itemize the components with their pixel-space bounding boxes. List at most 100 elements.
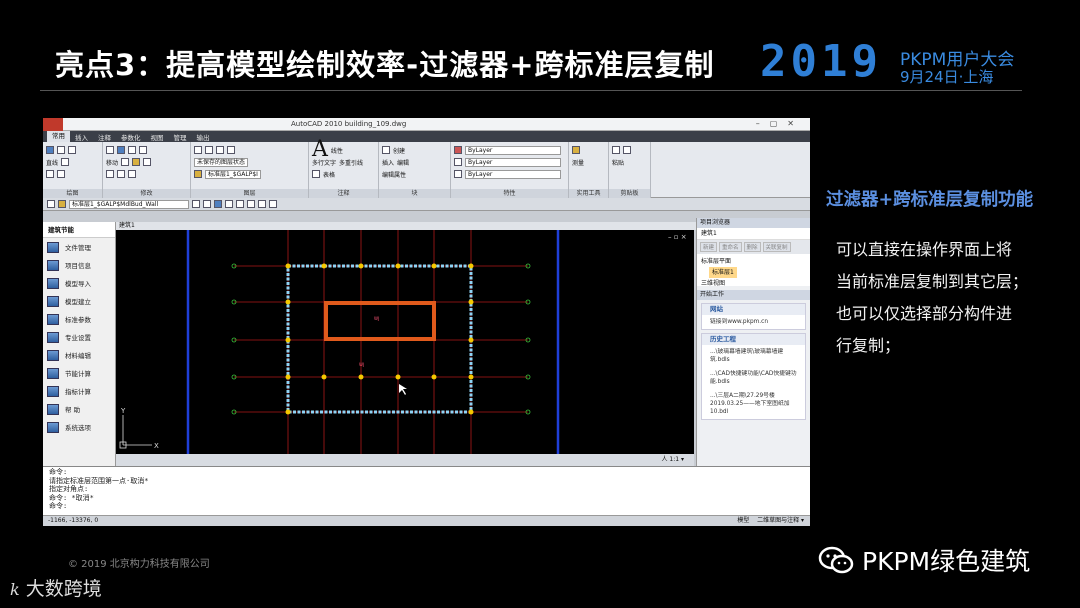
move-button[interactable]: 移动 [106,158,118,167]
model-space-button[interactable]: 模型 [737,517,749,524]
table-button[interactable]: 表格 [323,170,335,179]
workspace-switcher[interactable]: 二维草图与注释 ▾ [757,517,804,524]
command-prompt[interactable]: 命令: [49,502,804,511]
event-logo-date: 9月24日·上海 [900,68,994,86]
pkpm-tool-icon[interactable] [247,200,255,208]
line-icon[interactable] [46,146,54,154]
nav-item-index-calc[interactable]: 指标计算 [43,382,115,400]
annotation-scale[interactable]: 人 1:1 ▾ [662,456,684,463]
feature-description-line: 也可以仅选择部分构件进 [836,304,1013,323]
drawing-canvas[interactable]: WJ WJ Y X – ▫ × [116,230,694,454]
hatch-icon[interactable] [57,170,65,178]
tree-item-3d-view[interactable]: 三维视图 [701,278,806,289]
mirror-icon[interactable] [132,158,141,166]
watermark-logo: k 大数跨境 [10,578,102,600]
history-item[interactable]: ...\三层A二期\27.29号楼2019.03.25——地下室图纸加10.bd… [702,389,805,419]
nav-item-material-edit[interactable]: 材料编辑 [43,346,115,364]
measure-icon[interactable] [572,146,580,154]
rename-button[interactable]: 重命名 [719,242,742,252]
line-button[interactable]: 直线 [46,158,58,167]
layer-off-icon[interactable] [227,146,235,154]
stretch-icon[interactable] [106,170,114,178]
nav-item-energy-calc[interactable]: 节能计算 [43,364,115,382]
cut-icon[interactable] [623,146,631,154]
command-line[interactable]: 命令: 请指定标准层范围第一点·取消* 指定对角点: 命令: *取消* 命令: [43,466,810,515]
new-button[interactable]: 新建 [700,242,718,252]
ribbon-group-properties: ByLayer ByLayer ByLayer 特性 [451,142,569,198]
edit-attribute-button[interactable]: 编辑属性 [382,170,406,179]
nav-item-help[interactable]: 帮 助 [43,400,115,418]
nav-item-project-info[interactable]: 项目信息 [43,256,115,274]
paste-button[interactable]: 粘贴 [612,158,624,167]
current-layer-dropdown[interactable]: 标准层1_$GALP$I [205,169,261,179]
multiline-text-button[interactable]: 多行文字 [312,158,336,167]
nav-item-model-build[interactable]: 模型建立 [43,292,115,310]
nav-item-file-management[interactable]: 文件管理 [43,238,115,256]
insert-block-icon[interactable] [382,146,390,154]
tab-annotate[interactable]: 注释 [93,132,116,142]
drawing-tab[interactable]: 建筑1 [116,222,696,230]
tab-output[interactable]: 输出 [192,132,215,142]
tree-item-standard-floor-1[interactable]: 标准层1 [709,267,737,278]
project-selector[interactable]: 建筑1 [697,228,810,240]
params-icon [47,313,59,325]
nav-item-discipline-settings[interactable]: 专业设置 [43,328,115,346]
copy-icon[interactable] [121,158,130,166]
linetype-dropdown[interactable]: ByLayer [465,157,561,167]
lineweight-dropdown[interactable]: ByLayer [465,169,561,179]
color-wheel-icon [454,146,462,154]
layer-toolbar-dropdown[interactable]: 标准层1_$GALP$MdlBud_Wall [69,199,189,209]
nav-item-system-options[interactable]: 系统选项 [43,418,115,436]
insert-button[interactable]: 插入 [382,158,394,167]
window-controls[interactable]: –▢✕ [756,119,804,128]
multileader-button[interactable]: 多重引线 [339,158,363,167]
rectangle-icon[interactable] [46,170,54,178]
measure-button[interactable]: 测量 [572,158,584,167]
circle-icon[interactable] [68,146,76,154]
linked-copy-button[interactable]: 关联复制 [762,242,791,252]
nav-item-model-import[interactable]: 模型导入 [43,274,115,292]
scale-icon[interactable] [117,170,125,178]
linear-dim-button[interactable]: 线性 [331,146,343,155]
create-block-button[interactable]: 创建 [393,146,405,155]
pkpm-tool-icon[interactable] [269,200,277,208]
arc-icon[interactable] [61,158,70,166]
layer-previous-icon[interactable] [203,200,211,208]
pkpm-tool-icon[interactable] [236,200,244,208]
pkpm-tool-icon[interactable] [214,200,222,208]
website-link[interactable]: 链接到www.pkpm.cn [702,315,805,329]
erase-icon[interactable] [139,146,147,154]
app-logo-icon[interactable] [43,118,63,131]
lightbulb-icon[interactable] [58,200,66,208]
history-item[interactable]: ...\玻璃幕墙建筑\玻璃幕墙建筑.bdls [702,345,805,367]
rotate-icon[interactable] [117,146,125,154]
array-icon[interactable] [128,170,136,178]
tab-manage[interactable]: 管理 [169,132,192,142]
make-current-icon[interactable] [192,200,200,208]
layer-state-dropdown[interactable]: 未保存的图层状态 [194,157,249,167]
layer-lock-icon[interactable] [216,146,224,154]
fillet-icon[interactable] [143,158,152,166]
tab-view[interactable]: 视图 [146,132,169,142]
group-label-layer: 图层 [191,189,308,198]
layer-freeze-icon[interactable] [205,146,213,154]
trim-icon[interactable] [128,146,136,154]
pkpm-tool-icon[interactable] [258,200,266,208]
delete-button[interactable]: 删除 [743,242,761,252]
edit-block-button[interactable]: 编辑 [397,158,409,167]
tree-item-standard-floor-plan[interactable]: 标准层平面 [701,256,806,267]
pkpm-tool-icon[interactable] [225,200,233,208]
ribbon-group-block: 创建 插入 编辑 编辑属性 块 [379,142,451,198]
tab-home[interactable]: 常用 [47,131,70,142]
layer-properties-icon[interactable] [194,146,202,154]
tab-parametric[interactable]: 参数化 [116,132,146,142]
color-dropdown[interactable]: ByLayer [465,145,561,155]
nav-item-standard-params[interactable]: 标准参数 [43,310,115,328]
tab-insert[interactable]: 插入 [70,132,93,142]
move-icon[interactable] [106,146,114,154]
layer-manager-icon[interactable] [47,200,55,208]
history-item[interactable]: ...\CAD快捷键功能\CAD快捷键功能.bdls [702,367,805,389]
polyline-icon[interactable] [57,146,65,154]
paste-icon[interactable] [612,146,620,154]
canvas-status-bar: 人 1:1 ▾ [116,454,694,466]
